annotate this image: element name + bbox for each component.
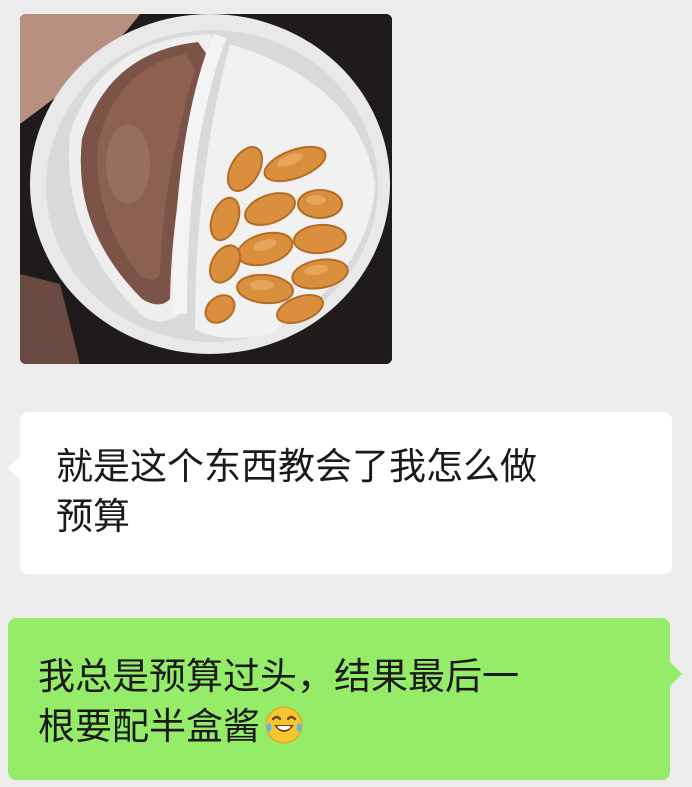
message-text: 就是这个东西教会了我怎么做 预算 bbox=[56, 445, 537, 538]
chat-area: 就是这个东西教会了我怎么做 预算 我总是预算过头，结果最后一 根要配半盒酱 bbox=[0, 0, 692, 787]
message-text: 我总是预算过头，结果最后一 根要配半盒酱 bbox=[38, 652, 650, 752]
received-text-bubble[interactable]: 就是这个东西教会了我怎么做 预算 bbox=[8, 412, 672, 574]
laughing-tears-emoji-icon bbox=[264, 705, 304, 745]
sent-text-bubble[interactable]: 我总是预算过头，结果最后一 根要配半盒酱 bbox=[8, 618, 682, 780]
image-message[interactable] bbox=[20, 14, 392, 364]
snack-cup-photo bbox=[20, 14, 392, 364]
